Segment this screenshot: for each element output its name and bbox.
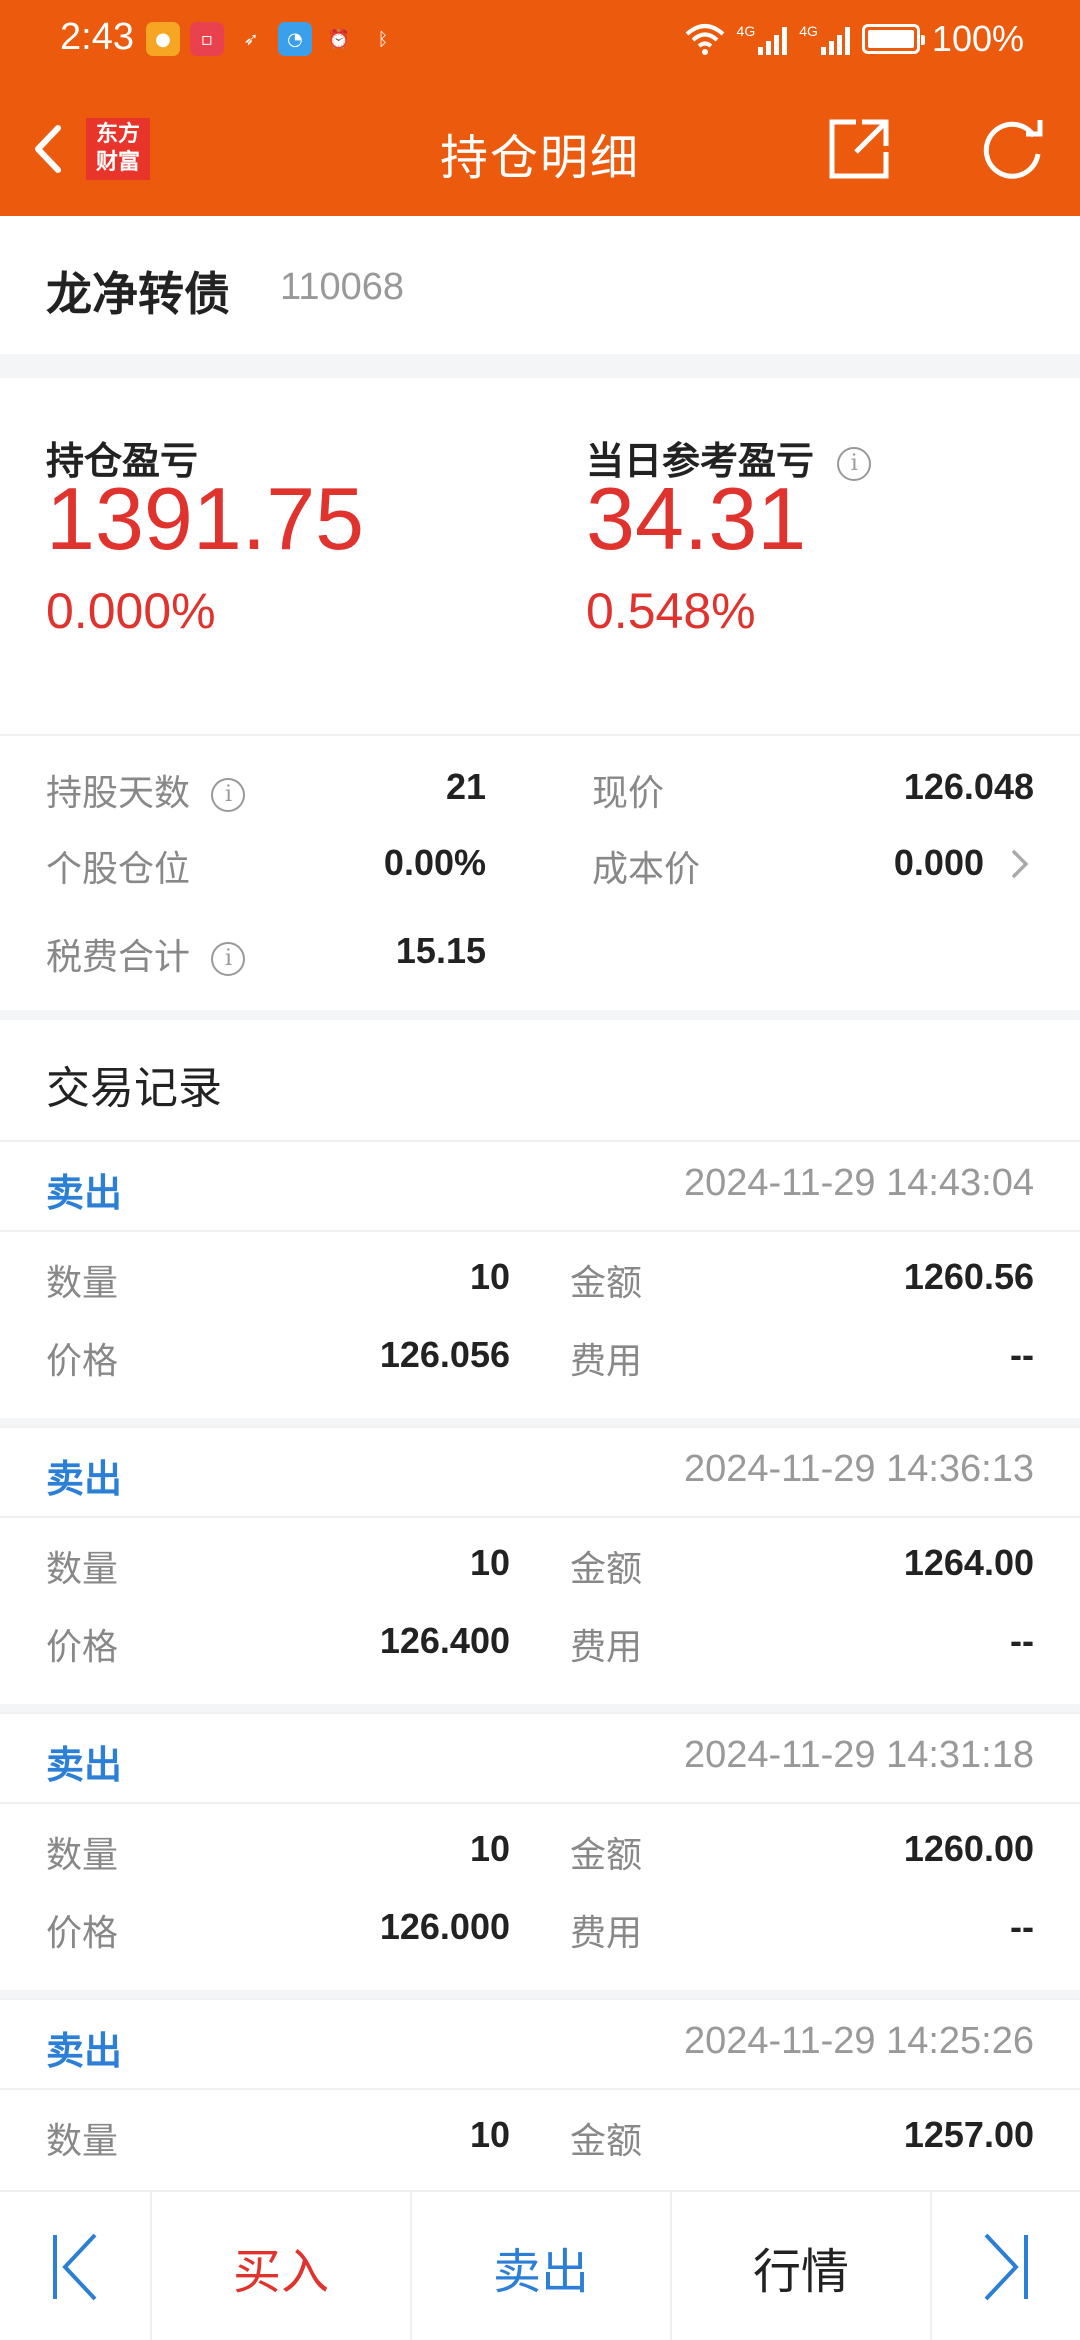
trade-type: 卖出: [46, 1743, 123, 1787]
price-value: 126.400: [379, 1620, 510, 1661]
price-value: 126.000: [379, 1906, 510, 1947]
price-value: 126.056: [379, 1334, 510, 1375]
divider: [0, 734, 1080, 736]
pnl-summary: 持仓盈亏 1391.75 0.000% 当日参考盈亏 i 34.31 0.548…: [0, 378, 1080, 1010]
share-icon[interactable]: [826, 116, 892, 182]
current-price-label: 现价: [592, 773, 665, 814]
battery-text: 100%: [931, 18, 1024, 59]
amount-value: 1257.00: [903, 2114, 1034, 2155]
day-pnl-pct: 0.548%: [586, 583, 756, 639]
huawei-store-icon: ▫: [190, 22, 224, 56]
chevron-right-icon[interactable]: [1006, 844, 1034, 884]
price-label: 价格: [46, 1341, 119, 1382]
fee-value: --: [1010, 1620, 1034, 1661]
weibo-icon: ●: [146, 22, 180, 56]
price-label: 价格: [46, 1627, 119, 1668]
position-ratio-value: 0.00%: [383, 842, 486, 883]
trade-record: 卖出 2024-11-29 14:31:18 数量 10 金额 1260.00 价格 126.…: [0, 1712, 1080, 1998]
record-separator: [0, 1704, 1080, 1712]
amount-value: 1260.56: [903, 1256, 1034, 1297]
battery-icon: [861, 24, 925, 54]
amount-label: 金额: [570, 1835, 643, 1876]
status-time: 2:43: [60, 16, 134, 58]
fee-value: --: [1010, 1334, 1034, 1375]
skip-first-icon: [53, 2233, 97, 2301]
refresh-icon[interactable]: [976, 116, 1050, 182]
records-title: 交易记录: [46, 1063, 222, 1114]
stock-name: 龙净转债: [46, 267, 230, 321]
trade-record-header: 卖出 2024-11-29 14:31:18: [0, 1712, 1080, 1804]
stock-header: 龙净转债 110068: [0, 216, 1080, 354]
hold-pnl-pct: 0.000%: [46, 583, 216, 639]
fee-value: --: [1010, 1906, 1034, 1947]
qty-label: 数量: [46, 2121, 119, 2162]
trade-time: 2024-11-29 14:31:18: [683, 1734, 1034, 1776]
qty-label: 数量: [46, 1263, 119, 1304]
bluetooth-icon: ᛒ: [377, 28, 389, 50]
trade-record-header: 卖出 2024-11-29 14:43:04: [0, 1140, 1080, 1232]
qty-value: 10: [469, 1256, 510, 1297]
trade-record-header: 卖出 2024-11-29 14:25:26: [0, 1998, 1080, 2090]
holding-days-value: 21: [445, 766, 486, 807]
current-price-value: 126.048: [903, 766, 1034, 807]
trade-record: 卖出 2024-11-29 14:36:13 数量 10 金额 1264.00 价格 126.…: [0, 1426, 1080, 1712]
qty-value: 10: [469, 1542, 510, 1583]
fee-total-value: 15.15: [395, 930, 486, 971]
alarm-icon: ⏰: [327, 28, 351, 50]
last-button[interactable]: [932, 2192, 1080, 2340]
position-ratio-label: 个股仓位: [46, 849, 191, 890]
qty-label: 数量: [46, 1549, 119, 1590]
qty-value: 10: [469, 2114, 510, 2155]
trade-records: 交易记录 卖出 2024-11-29 14:43:04 数量 10 金额 1260.56 价…: [0, 1020, 1080, 2190]
status-bar: 2:43 ● ▫ ➶ ◔ ⏰ ᛒ 4G 4G 100%: [0, 0, 1080, 82]
trade-time: 2024-11-29 14:25:26: [683, 2020, 1034, 2062]
skip-last-icon: [984, 2233, 1028, 2301]
cost-price-label[interactable]: 成本价: [592, 840, 700, 892]
amount-label: 金额: [570, 1549, 643, 1590]
trade-record: 卖出2024-11-29 14:25:26数量10金额1257.00价格费用: [0, 1998, 1080, 2190]
buy-button[interactable]: 买入: [152, 2192, 412, 2340]
amount-value: 1260.00: [903, 1828, 1034, 1869]
info-icon[interactable]: i: [211, 778, 246, 812]
record-separator: [0, 1418, 1080, 1426]
fee-label: 费用: [570, 1627, 643, 1668]
status-right: 4G 4G 100%: [685, 18, 1024, 60]
record-separator: [0, 1990, 1080, 1998]
trade-type: 卖出: [46, 2029, 123, 2073]
fee-total-label: 税费合计 i: [46, 928, 246, 980]
first-button[interactable]: [0, 2192, 152, 2340]
trade-time: 2024-11-29 14:43:04: [683, 1162, 1034, 1204]
amount-label: 金额: [570, 1263, 643, 1304]
cost-price-value[interactable]: 0.000: [894, 842, 984, 884]
amount-value: 1264.00: [903, 1542, 1034, 1583]
trade-type: 卖出: [46, 1457, 123, 1501]
fee-label: 费用: [570, 1341, 643, 1382]
browser-icon: ◔: [278, 22, 312, 56]
hold-pnl-value: 1391.75: [46, 469, 365, 568]
info-icon[interactable]: i: [211, 942, 246, 976]
nav-bar: 东方 财富 持仓明细: [0, 82, 1080, 216]
send-icon: ➶: [243, 28, 259, 50]
fee-label: 费用: [570, 1913, 643, 1954]
quote-button[interactable]: 行情: [672, 2192, 932, 2340]
signal-2-icon: 4G: [799, 23, 850, 55]
holding-days-label: 持股天数 i: [46, 764, 246, 816]
qty-label: 数量: [46, 1835, 119, 1876]
day-pnl-value: 34.31: [586, 469, 807, 568]
stock-code: 110068: [280, 266, 404, 308]
amount-label: 金额: [570, 2121, 643, 2162]
notification-icons: ● ▫ ➶ ◔ ⏰ ᛒ: [146, 22, 400, 56]
qty-value: 10: [469, 1828, 510, 1869]
bottom-toolbar: 买入 卖出 行情: [0, 2190, 1080, 2340]
trade-type: 卖出: [46, 1171, 123, 1215]
info-icon[interactable]: i: [837, 446, 872, 481]
wifi-icon: [685, 24, 724, 55]
trade-time: 2024-11-29 14:36:13: [683, 1448, 1034, 1490]
page-title: 持仓明细: [439, 130, 640, 186]
trade-record: 卖出 2024-11-29 14:43:04 数量 10 金额 1260.56 价格 126.…: [0, 1140, 1080, 1426]
signal-1-icon: 4G: [737, 23, 788, 55]
price-label: 价格: [46, 1913, 119, 1954]
sell-button[interactable]: 卖出: [412, 2192, 672, 2340]
trade-record-header: 卖出 2024-11-29 14:36:13: [0, 1426, 1080, 1518]
